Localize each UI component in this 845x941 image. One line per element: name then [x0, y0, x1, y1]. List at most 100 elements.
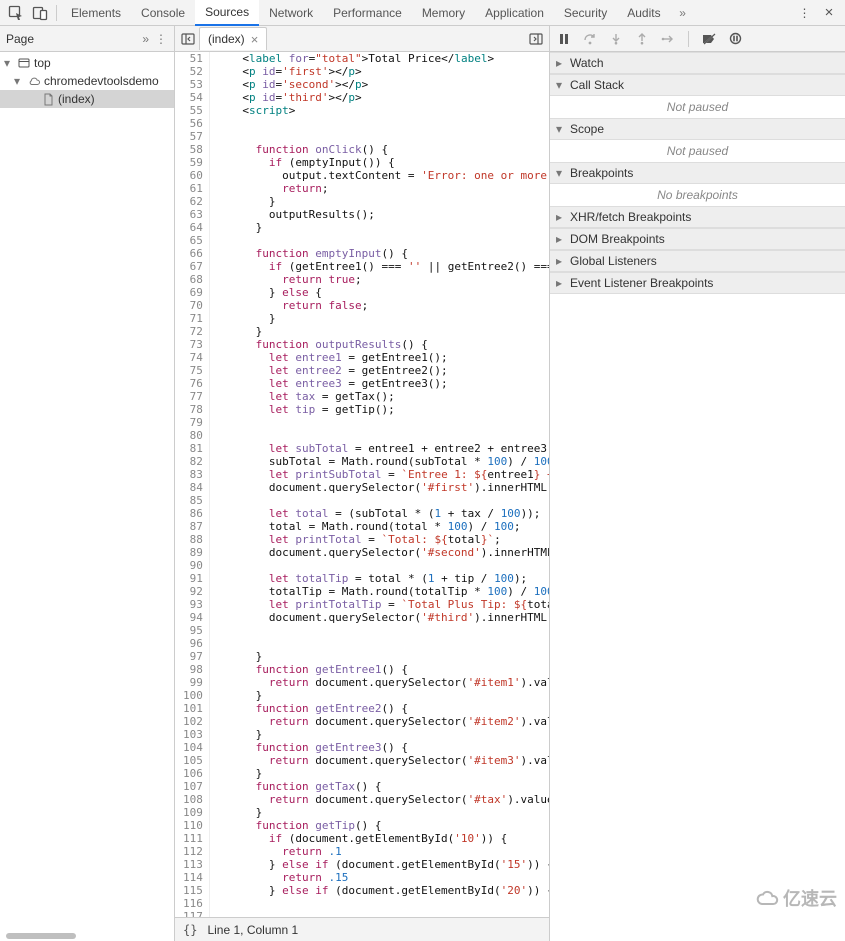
code-line[interactable]: outputResults();	[209, 208, 549, 221]
panel-dom-breakpoints[interactable]: ▸ DOM Breakpoints	[550, 228, 845, 250]
code-line[interactable]: <p id='third'></p>	[209, 91, 549, 104]
line-number[interactable]: 109	[175, 806, 209, 819]
code-line[interactable]: if (getEntree1() === '' || getEntree2() …	[209, 260, 549, 273]
code-line[interactable]: }	[209, 325, 549, 338]
code-line[interactable]: let tip = getTip();	[209, 403, 549, 416]
line-number[interactable]: 71	[175, 312, 209, 325]
settings-menu-icon[interactable]: ⋮	[793, 1, 817, 25]
line-number[interactable]: 113	[175, 858, 209, 871]
chevron-down-icon[interactable]: ▾	[4, 56, 14, 70]
code-line[interactable]: total = Math.round(total * 100) / 100;	[209, 520, 549, 533]
code-line[interactable]	[209, 130, 549, 143]
code-line[interactable]: <p id='first'></p>	[209, 65, 549, 78]
pause-on-exceptions-icon[interactable]	[727, 31, 743, 47]
tree-item-top[interactable]: ▾ top	[0, 54, 174, 72]
code-line[interactable]: document.querySelector('#second').innerH…	[209, 546, 549, 559]
panel-event-listener-breakpoints[interactable]: ▸ Event Listener Breakpoints	[550, 272, 845, 294]
line-number[interactable]: 89	[175, 546, 209, 559]
line-number[interactable]: 88	[175, 533, 209, 546]
code-line[interactable]: return document.querySelector('#item2').…	[209, 715, 549, 728]
pretty-print-icon[interactable]: {}	[183, 923, 197, 937]
tab-security[interactable]: Security	[554, 0, 617, 26]
line-number[interactable]: 67	[175, 260, 209, 273]
close-tab-icon[interactable]: ×	[251, 33, 259, 46]
line-number[interactable]: 66	[175, 247, 209, 260]
code-line[interactable]: let entree3 = getEntree3();	[209, 377, 549, 390]
line-number[interactable]: 79	[175, 416, 209, 429]
code-line[interactable]	[209, 637, 549, 650]
code-line[interactable]	[209, 234, 549, 247]
code-line[interactable]: }	[209, 689, 549, 702]
line-number[interactable]: 80	[175, 429, 209, 442]
tab-application[interactable]: Application	[475, 0, 554, 26]
line-number[interactable]: 91	[175, 572, 209, 585]
source-file-tab[interactable]: (index) ×	[199, 27, 267, 50]
line-number[interactable]: 100	[175, 689, 209, 702]
line-number[interactable]: 56	[175, 117, 209, 130]
code-line[interactable]: let subTotal = entree1 + entree2 + entre…	[209, 442, 549, 455]
code-line[interactable]: }	[209, 195, 549, 208]
code-line[interactable]: function onClick() {	[209, 143, 549, 156]
line-number[interactable]: 115	[175, 884, 209, 897]
line-number[interactable]: 98	[175, 663, 209, 676]
step-into-icon[interactable]	[608, 31, 624, 47]
code-line[interactable]: } else if (document.getElementById('15')…	[209, 858, 549, 871]
code-line[interactable]: let totalTip = total * (1 + tip / 100);	[209, 572, 549, 585]
line-number[interactable]: 110	[175, 819, 209, 832]
line-number[interactable]: 116	[175, 897, 209, 910]
line-number[interactable]: 85	[175, 494, 209, 507]
code-line[interactable]: let entree1 = getEntree1();	[209, 351, 549, 364]
code-line[interactable]: } else if (document.getElementById('20')…	[209, 884, 549, 897]
line-number[interactable]: 84	[175, 481, 209, 494]
code-line[interactable]	[209, 117, 549, 130]
code-line[interactable]: <label for="total">Total Price</label>	[209, 52, 549, 65]
line-number[interactable]: 106	[175, 767, 209, 780]
line-number[interactable]: 54	[175, 91, 209, 104]
code-line[interactable]: output.textContent = 'Error: one or more	[209, 169, 549, 182]
line-number[interactable]: 101	[175, 702, 209, 715]
line-number[interactable]: 69	[175, 286, 209, 299]
code-line[interactable]: function getTip() {	[209, 819, 549, 832]
line-number[interactable]: 65	[175, 234, 209, 247]
line-number[interactable]: 72	[175, 325, 209, 338]
code-line[interactable]: } else {	[209, 286, 549, 299]
code-line[interactable]: return false;	[209, 299, 549, 312]
code-line[interactable]: function getEntree1() {	[209, 663, 549, 676]
code-line[interactable]	[209, 624, 549, 637]
code-line[interactable]: let total = (subTotal * (1 + tax / 100))…	[209, 507, 549, 520]
horizontal-scrollbar-thumb[interactable]	[6, 933, 76, 939]
code-line[interactable]: <p id='second'></p>	[209, 78, 549, 91]
line-number[interactable]: 87	[175, 520, 209, 533]
line-number[interactable]: 78	[175, 403, 209, 416]
line-number[interactable]: 92	[175, 585, 209, 598]
line-number[interactable]: 59	[175, 156, 209, 169]
code-line[interactable]: return;	[209, 182, 549, 195]
code-line[interactable]: function getEntree2() {	[209, 702, 549, 715]
line-number[interactable]: 68	[175, 273, 209, 286]
line-number[interactable]: 64	[175, 221, 209, 234]
line-number[interactable]: 74	[175, 351, 209, 364]
chevron-down-icon[interactable]: ▾	[14, 74, 24, 88]
line-number[interactable]: 76	[175, 377, 209, 390]
code-line[interactable]: function getTax() {	[209, 780, 549, 793]
panel-call-stack[interactable]: ▾ Call Stack	[550, 74, 845, 96]
line-number[interactable]: 103	[175, 728, 209, 741]
navigator-overflow-icon[interactable]: »	[142, 32, 149, 46]
code-line[interactable]: let printSubTotal = `Entree 1: ${entree1…	[209, 468, 549, 481]
navigator-menu-icon[interactable]: ⋮	[155, 32, 168, 46]
overflow-tabs-icon[interactable]: »	[671, 1, 695, 25]
code-line[interactable]: }	[209, 312, 549, 325]
line-number[interactable]: 96	[175, 637, 209, 650]
panel-scope[interactable]: ▾ Scope	[550, 118, 845, 140]
line-number[interactable]: 63	[175, 208, 209, 221]
device-toolbar-icon[interactable]	[28, 1, 52, 25]
line-number[interactable]: 99	[175, 676, 209, 689]
code-line[interactable]: }	[209, 806, 549, 819]
panel-xhr-breakpoints[interactable]: ▸ XHR/fetch Breakpoints	[550, 206, 845, 228]
line-number[interactable]: 108	[175, 793, 209, 806]
line-number[interactable]: 102	[175, 715, 209, 728]
line-number[interactable]: 90	[175, 559, 209, 572]
line-number[interactable]: 97	[175, 650, 209, 663]
line-number[interactable]: 70	[175, 299, 209, 312]
code-line[interactable]: function outputResults() {	[209, 338, 549, 351]
